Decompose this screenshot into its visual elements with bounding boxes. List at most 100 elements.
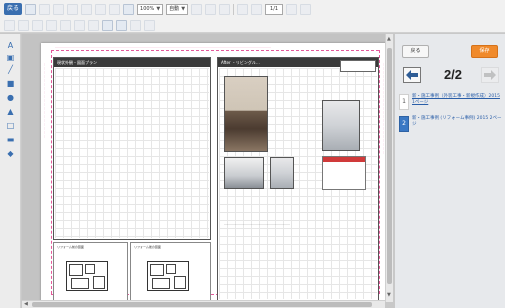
- horizontal-scrollbar[interactable]: ◀: [22, 300, 385, 308]
- bathroom-photo[interactable]: [322, 100, 360, 151]
- floorplan-room: [71, 278, 89, 289]
- grid-icon[interactable]: [123, 3, 135, 15]
- prev-page-button[interactable]: [403, 67, 421, 83]
- guide-line-right: [379, 50, 380, 294]
- toolbar-separator: [233, 3, 235, 15]
- next-page-icon[interactable]: [286, 3, 298, 15]
- delete-icon[interactable]: [32, 19, 43, 31]
- page-list-link[interactable]: 新・施工事例 (リフォーム事例) 2015 2ページ: [412, 116, 502, 128]
- comment-icon[interactable]: ▬: [5, 134, 16, 144]
- scroll-left-icon[interactable]: ◀: [24, 301, 28, 307]
- editor-window: 戻る 100% ▼ 自動 ▼ 1/1 A ▣ ╱ ■ ● ▲ □ ▬ ◆ …………: [0, 0, 505, 308]
- font-select[interactable]: 自動 ▼: [166, 3, 189, 15]
- canvas-area: ……………………………………………………………………………………………………………: [22, 34, 393, 302]
- text-icon[interactable]: A: [5, 40, 16, 50]
- guide-note-top: ……………………………………………………………………………………………………………: [55, 45, 271, 49]
- last-page-icon[interactable]: [300, 3, 312, 15]
- tool-palette: A ▣ ╱ ■ ● ▲ □ ▬ ◆: [0, 34, 21, 308]
- redo-icon[interactable]: [109, 3, 121, 15]
- floorplan-room: [166, 264, 176, 274]
- page-number-field[interactable]: 1/1: [265, 3, 284, 15]
- zoom-select-value: 100%: [140, 5, 155, 12]
- scroll-up-icon[interactable]: ▲: [387, 36, 391, 42]
- prev-page-icon[interactable]: [251, 3, 263, 15]
- toolbar: 戻る 100% ▼ 自動 ▼ 1/1: [0, 0, 505, 33]
- image-insert-icon[interactable]: [116, 19, 127, 31]
- floorplan-room: [93, 276, 105, 289]
- frame-icon[interactable]: □: [5, 120, 16, 130]
- next-page-button[interactable]: [481, 67, 499, 83]
- sink-photo[interactable]: [224, 157, 264, 189]
- ungroup-icon[interactable]: [88, 19, 99, 31]
- page-list-item[interactable]: 2 新・施工事例 (リフォーム事例) 2015 2ページ: [399, 114, 503, 134]
- floorplan-room: [152, 278, 170, 289]
- arrow-left-icon: [406, 70, 418, 80]
- guide-line-top: [51, 50, 379, 51]
- detail-photo[interactable]: [270, 157, 294, 189]
- plan-before-box[interactable]: リフォーム前の図面: [53, 242, 128, 301]
- chevron-down-icon: ▼: [181, 5, 186, 12]
- page-list: 1 新・施工事例（外装工事・新規作成）2015 1ページ 2 新・施工事例 (リフォー…: [399, 92, 503, 136]
- font-color-icon[interactable]: [81, 3, 93, 15]
- crop-icon[interactable]: [130, 19, 141, 31]
- triangle-icon[interactable]: ▲: [5, 106, 16, 116]
- info-card[interactable]: [322, 156, 366, 190]
- caption-text: …………………………………………………………: [224, 222, 290, 226]
- line-icon[interactable]: ╱: [5, 64, 16, 74]
- page-list-number: 2: [399, 116, 409, 132]
- circle-icon[interactable]: ●: [5, 92, 16, 102]
- stamp-icon[interactable]: ◆: [5, 148, 16, 158]
- toolbar-back-button[interactable]: 戻る: [4, 3, 23, 15]
- underline-icon[interactable]: [67, 3, 79, 15]
- logo-placeholder[interactable]: [340, 60, 376, 72]
- table-icon[interactable]: [102, 19, 113, 31]
- italic-icon[interactable]: [53, 3, 65, 15]
- guide-line-left: [51, 50, 52, 294]
- group-icon[interactable]: [74, 19, 85, 31]
- chevron-down-icon: ▼: [156, 5, 161, 12]
- save-button[interactable]: 保存: [471, 45, 498, 58]
- plan-after-box[interactable]: リフォーム後の図面: [130, 242, 211, 301]
- page-indicator: 2/2: [443, 67, 463, 82]
- scroll-down-icon[interactable]: ▼: [387, 292, 391, 298]
- rectangle-icon[interactable]: ■: [5, 78, 16, 88]
- align-right-icon[interactable]: [219, 3, 231, 15]
- settings-icon[interactable]: [144, 19, 155, 31]
- align-center-icon[interactable]: [205, 3, 217, 15]
- back-button[interactable]: 戻る: [402, 45, 429, 58]
- plan-after-caption: リフォーム後の図面: [134, 245, 161, 249]
- vertical-scrollbar[interactable]: ▲ ▼: [385, 34, 393, 302]
- floorplan-room: [150, 264, 164, 276]
- floorplan-room: [174, 276, 186, 289]
- bring-front-icon[interactable]: [46, 19, 57, 31]
- first-page-icon[interactable]: [237, 3, 249, 15]
- info-card-header: [323, 157, 365, 162]
- floorplan-room: [69, 264, 83, 276]
- save-icon[interactable]: [25, 3, 37, 15]
- page-list-item[interactable]: 1 新・施工事例（外装工事・新規作成）2015 1ページ: [399, 92, 503, 112]
- vertical-scroll-thumb[interactable]: [387, 48, 392, 284]
- bold-icon[interactable]: [39, 3, 51, 15]
- document-page: ……………………………………………………………………………………………………………: [41, 43, 389, 302]
- toolbar-row-main: 戻る 100% ▼ 自動 ▼ 1/1: [4, 2, 312, 16]
- panel-before-grid: [55, 68, 209, 238]
- page-list-link[interactable]: 新・施工事例（外装工事・新規作成）2015 1ページ: [412, 94, 502, 106]
- align-left-icon[interactable]: [191, 3, 203, 15]
- guide-note-left: …………………………………………………: [43, 63, 47, 139]
- kitchen-photo[interactable]: [224, 76, 268, 152]
- zoom-select[interactable]: 100% ▼: [137, 3, 164, 15]
- toolbar-row-secondary: [4, 18, 155, 32]
- panel-before[interactable]: 現状外観・図面プラン: [53, 57, 211, 240]
- arrow-right-icon: [484, 70, 496, 80]
- paste-icon[interactable]: [18, 19, 29, 31]
- page-navigator-panel: 戻る 保存 2/2 1 新・施工事例（外装工事・新規作成）2015 1ページ 2 新・…: [394, 34, 505, 308]
- copy-icon[interactable]: [4, 19, 15, 31]
- floorplan-after-image: [147, 261, 189, 291]
- image-icon[interactable]: ▣: [5, 52, 16, 62]
- send-back-icon[interactable]: [60, 19, 71, 31]
- undo-icon[interactable]: [95, 3, 107, 15]
- horizontal-scroll-thumb[interactable]: [32, 302, 372, 307]
- floorplan-before-image: [66, 261, 108, 291]
- floorplan-room: [85, 264, 95, 274]
- panel-after[interactable]: After ・リビングル… …………………………………………………………: [217, 57, 379, 301]
